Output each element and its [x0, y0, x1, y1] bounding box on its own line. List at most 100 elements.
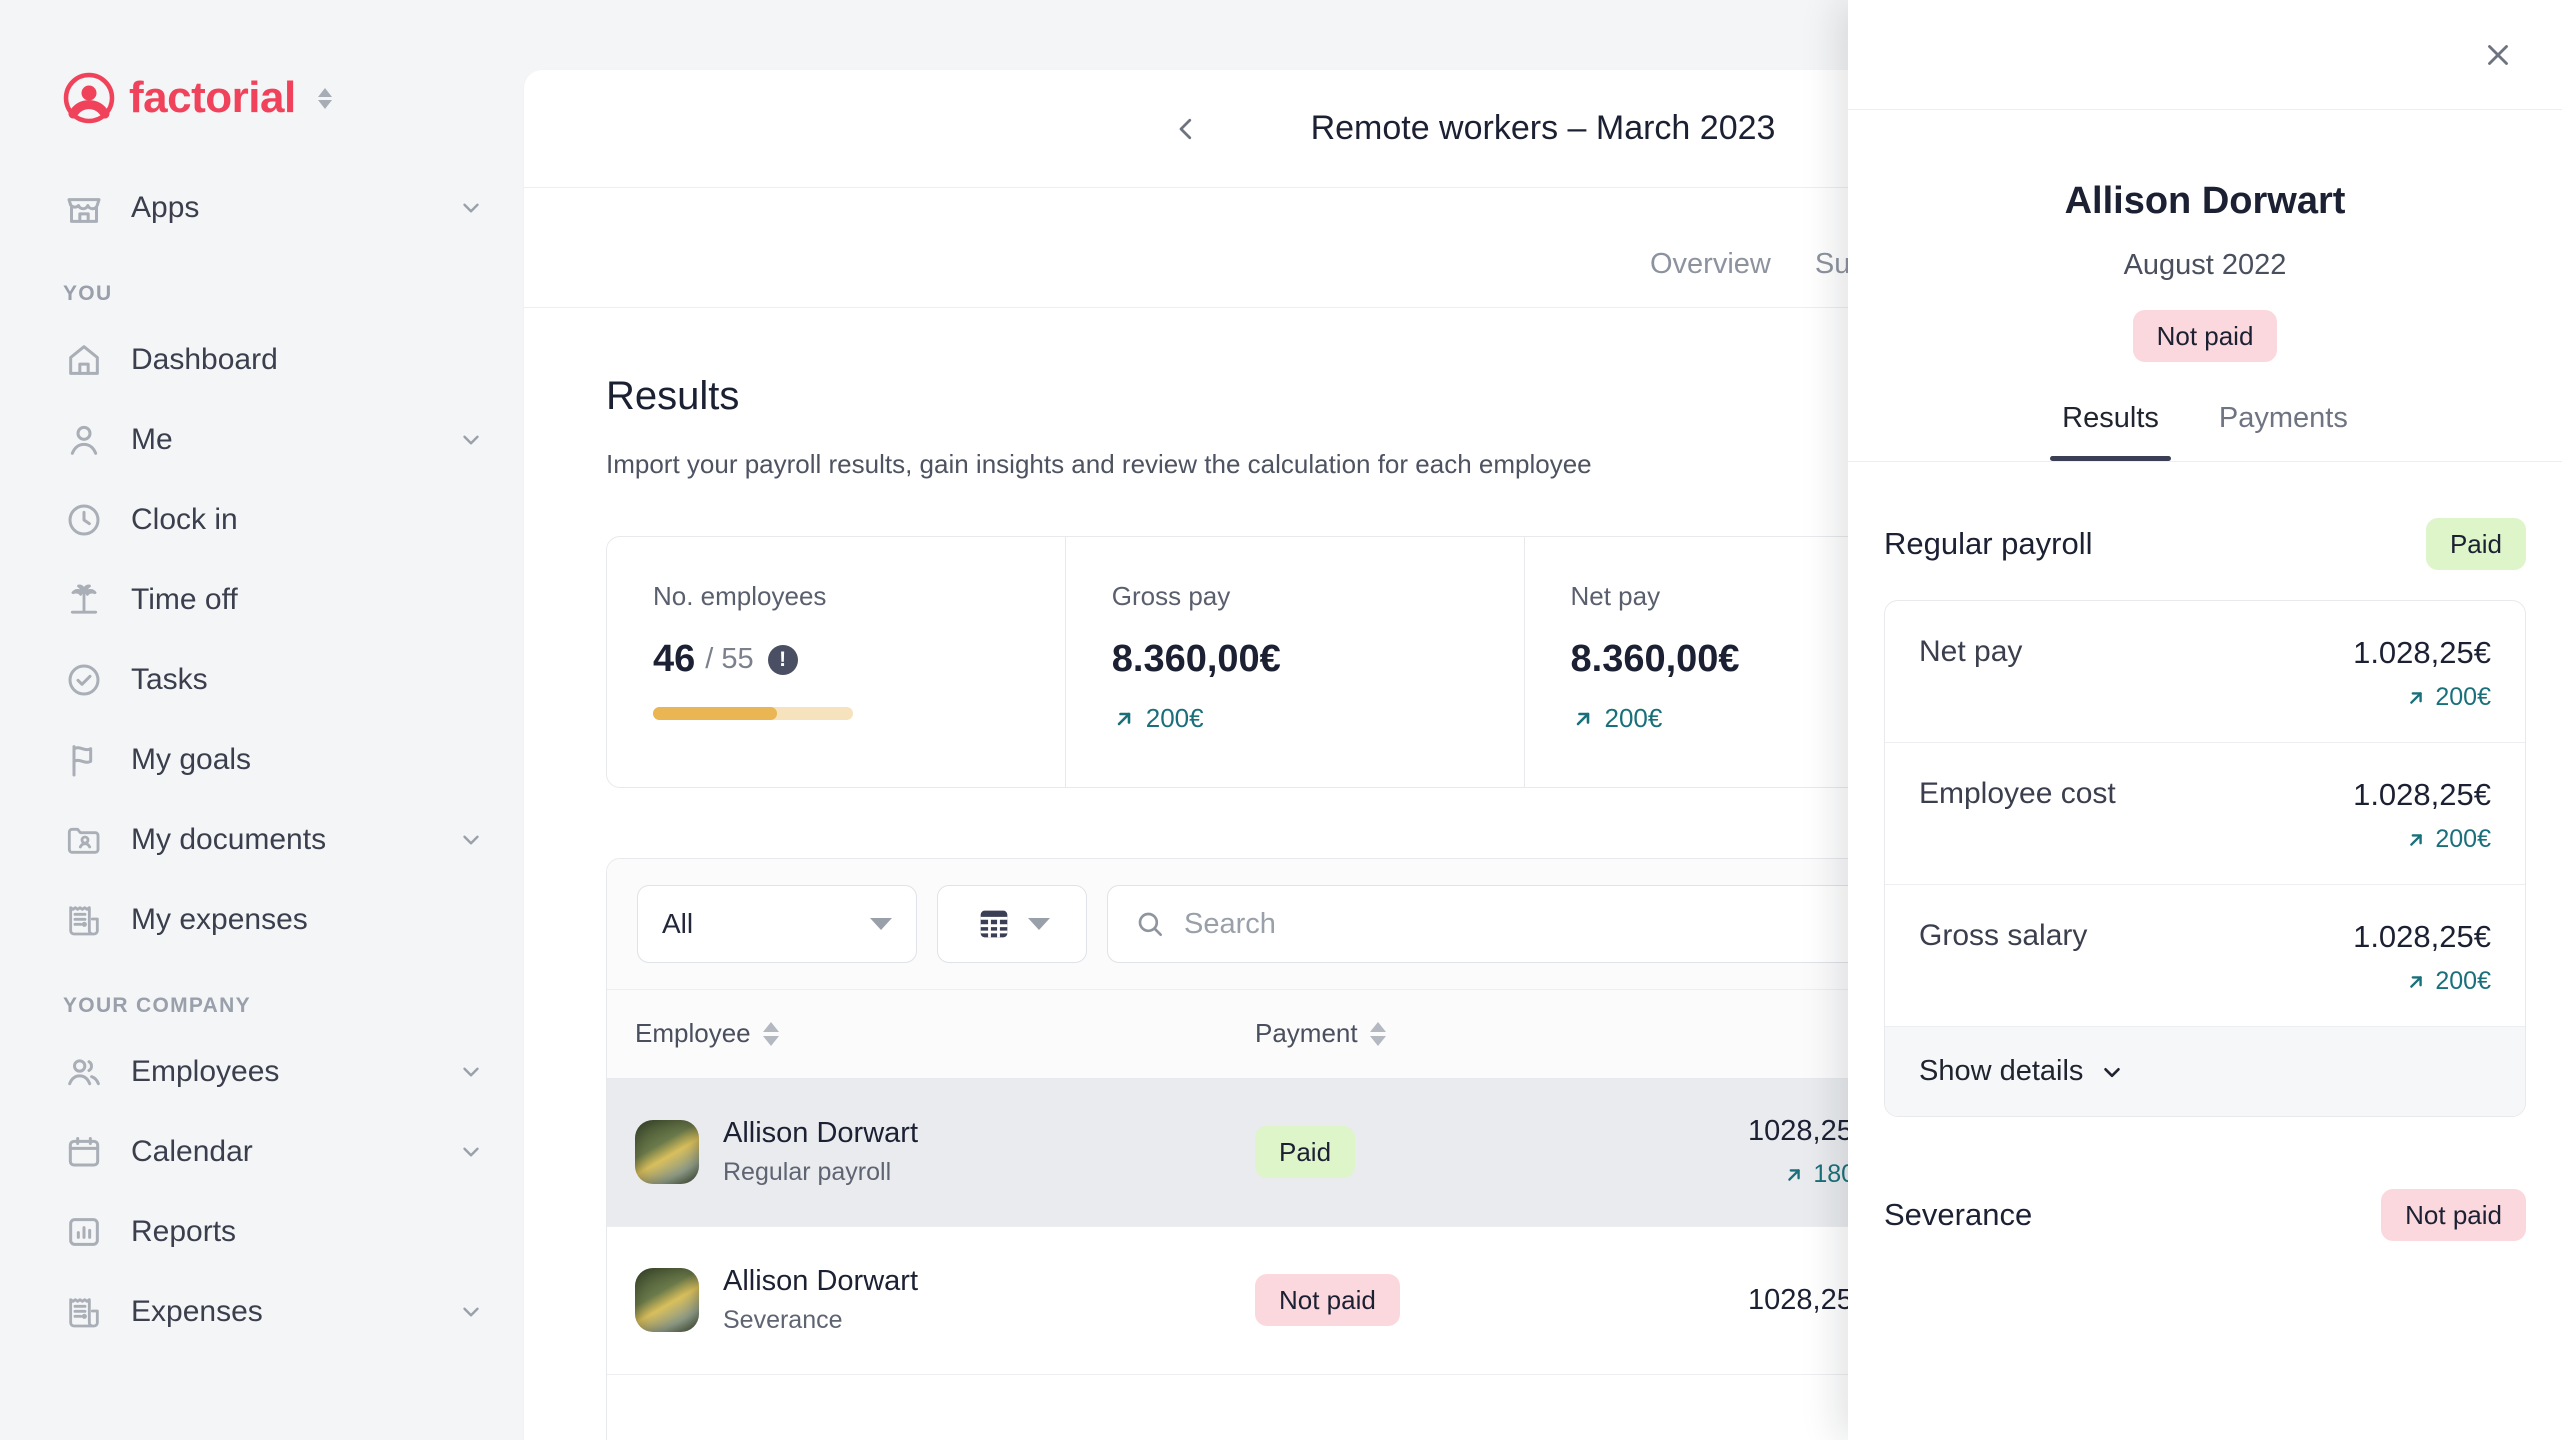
drawer-row-delta-value: 200€ — [2435, 825, 2491, 853]
close-icon[interactable] — [2470, 27, 2526, 83]
filter-select[interactable]: All — [637, 885, 917, 963]
show-details-label: Show details — [1919, 1055, 2084, 1087]
sidebar-item-employees[interactable]: Employees — [0, 1032, 524, 1112]
chevron-down-icon — [458, 1059, 484, 1085]
brand-logo[interactable]: factorial — [0, 0, 524, 124]
drawer-row-employee-cost: Employee cost 1.028,25€ 200€ — [1885, 743, 2525, 885]
sidebar-item-label: Employees — [131, 1055, 280, 1088]
page-title: Remote workers – March 2023 — [1310, 109, 1776, 147]
flag-icon — [63, 739, 105, 781]
sidebar-item-dashboard[interactable]: Dashboard — [0, 320, 524, 400]
company-switcher-icon[interactable] — [317, 87, 332, 109]
arrow-up-right-icon — [1576, 712, 1589, 725]
stat-value: 46 — [653, 638, 696, 680]
chevron-down-icon — [2104, 1067, 2121, 1077]
drawer-section-header-severance: Severance Not paid — [1884, 1117, 2526, 1271]
sidebar-item-clock-in[interactable]: Clock in — [0, 480, 524, 560]
drawer-tab-payments[interactable]: Payments — [2197, 402, 2370, 461]
status-badge: Paid — [1255, 1126, 1356, 1178]
sidebar-item-calendar[interactable]: Calendar — [0, 1112, 524, 1192]
warning-icon[interactable]: ! — [767, 644, 798, 675]
employee-detail-drawer: Allison Dorwart August 2022 Not paid Res… — [1848, 0, 2562, 1440]
drawer-row-label: Net pay — [1919, 635, 2023, 668]
column-header-payment[interactable]: Payment — [1227, 990, 1617, 1079]
sidebar-item-label: My goals — [131, 743, 252, 776]
sidebar-item-label: Clock in — [131, 503, 238, 536]
chevron-down-icon — [1028, 918, 1050, 930]
sort-icon[interactable] — [762, 1021, 779, 1046]
sidebar-item-my-documents[interactable]: My documents — [0, 800, 524, 880]
sidebar-item-my-goals[interactable]: My goals — [0, 720, 524, 800]
drawer-row-value: 1.028,25€ — [2353, 777, 2491, 812]
stat-value: 8.360,00€ — [1570, 638, 1740, 680]
sidebar-item-label: Me — [131, 423, 173, 456]
employee-subtype: Regular payroll — [723, 1158, 892, 1186]
arrow-up-right-icon — [2410, 975, 2423, 988]
stat-label: Gross pay — [1111, 581, 1231, 611]
column-label: Payment — [1255, 1018, 1358, 1049]
sidebar-item-expenses[interactable]: Expenses — [0, 1272, 524, 1352]
drawer-identity: Allison Dorwart August 2022 Not paid — [1848, 110, 2562, 362]
drawer-tab-results[interactable]: Results — [2040, 402, 2181, 461]
show-details-button[interactable]: Show details — [1885, 1027, 2525, 1116]
drawer-section-header-regular-payroll: Regular payroll Paid — [1884, 462, 2526, 600]
sidebar-item-time-off[interactable]: Time off — [0, 560, 524, 640]
stat-card-employees: No. employees 46 / 55 ! — [607, 537, 1066, 787]
stat-label: No. employees — [653, 581, 827, 611]
sidebar-item-my-expenses[interactable]: My expenses — [0, 880, 524, 960]
people-icon — [63, 1051, 105, 1093]
stat-delta-value: 200€ — [1604, 703, 1663, 733]
sidebar-item-label: Calendar — [131, 1135, 253, 1168]
sidebar-item-me[interactable]: Me — [0, 400, 524, 480]
column-header-employee[interactable]: Employee — [607, 990, 1227, 1079]
drawer-status-badge: Not paid — [2132, 310, 2278, 362]
columns-grid-icon — [974, 904, 1014, 944]
check-circle-icon — [63, 659, 105, 701]
sort-icon[interactable] — [1369, 1021, 1386, 1046]
sidebar-item-label: Expenses — [131, 1295, 263, 1328]
drawer-results-card: Net pay 1.028,25€ 200€ Employee cost 1.0… — [1884, 600, 2526, 1117]
cell-employee: Allison Dorwart Regular payroll — [607, 1078, 1227, 1227]
sidebar: factorial Apps YOU Dashboard Me Clock in… — [0, 0, 524, 1440]
sidebar-item-tasks[interactable]: Tasks — [0, 640, 524, 720]
stat-value-row: 46 / 55 ! — [653, 638, 1019, 681]
drawer-header — [1848, 0, 2562, 110]
app-root: factorial Apps YOU Dashboard Me Clock in… — [0, 0, 2562, 1440]
chevron-down-icon — [458, 1299, 484, 1325]
sidebar-item-label: Apps — [131, 191, 200, 224]
cell-value: 1028,25€ — [1748, 1115, 1869, 1147]
receipt-icon — [63, 1291, 105, 1333]
drawer-row-net-pay: Net pay 1.028,25€ 200€ — [1885, 601, 2525, 743]
chevron-down-icon — [458, 1139, 484, 1165]
stat-delta-value: 200€ — [1145, 703, 1204, 733]
sidebar-item-label: Reports — [131, 1215, 237, 1248]
avatar — [635, 1120, 699, 1184]
cell-employee: Allison Dorwart Severance — [607, 1226, 1227, 1375]
progress-fill — [653, 707, 777, 720]
chevron-down-icon — [458, 427, 484, 453]
tab-overview[interactable]: Overview — [1628, 248, 1793, 307]
receipt-icon — [63, 899, 105, 941]
bar-chart-icon — [63, 1211, 105, 1253]
chevron-down-icon — [870, 918, 892, 930]
columns-button[interactable] — [937, 885, 1087, 963]
sidebar-item-apps[interactable]: Apps — [0, 168, 524, 248]
drawer-section-status-badge: Paid — [2425, 518, 2526, 570]
arrow-up-right-icon — [2410, 691, 2423, 704]
sidebar-item-label: Time off — [131, 583, 238, 616]
sidebar-item-label: Dashboard — [131, 343, 278, 376]
sidebar-section-you: YOU — [63, 282, 113, 305]
person-icon — [63, 419, 105, 461]
drawer-section-status-badge: Not paid — [2381, 1189, 2526, 1241]
clock-icon — [63, 499, 105, 541]
employee-name: Allison Dorwart — [723, 1117, 918, 1149]
back-button[interactable] — [1164, 107, 1208, 151]
drawer-section-title: Severance — [1884, 1197, 2033, 1232]
drawer-body: Regular payroll Paid Net pay 1.028,25€ 2… — [1848, 462, 2562, 1440]
cell-value: 1028,25€ — [1748, 1283, 1869, 1316]
factorial-logo-icon — [63, 72, 115, 124]
drawer-row-delta: 200€ — [2353, 825, 2491, 854]
drawer-row-gross-salary: Gross salary 1.028,25€ 200€ — [1885, 885, 2525, 1027]
sidebar-item-label: My documents — [131, 823, 327, 856]
sidebar-item-reports[interactable]: Reports — [0, 1192, 524, 1272]
